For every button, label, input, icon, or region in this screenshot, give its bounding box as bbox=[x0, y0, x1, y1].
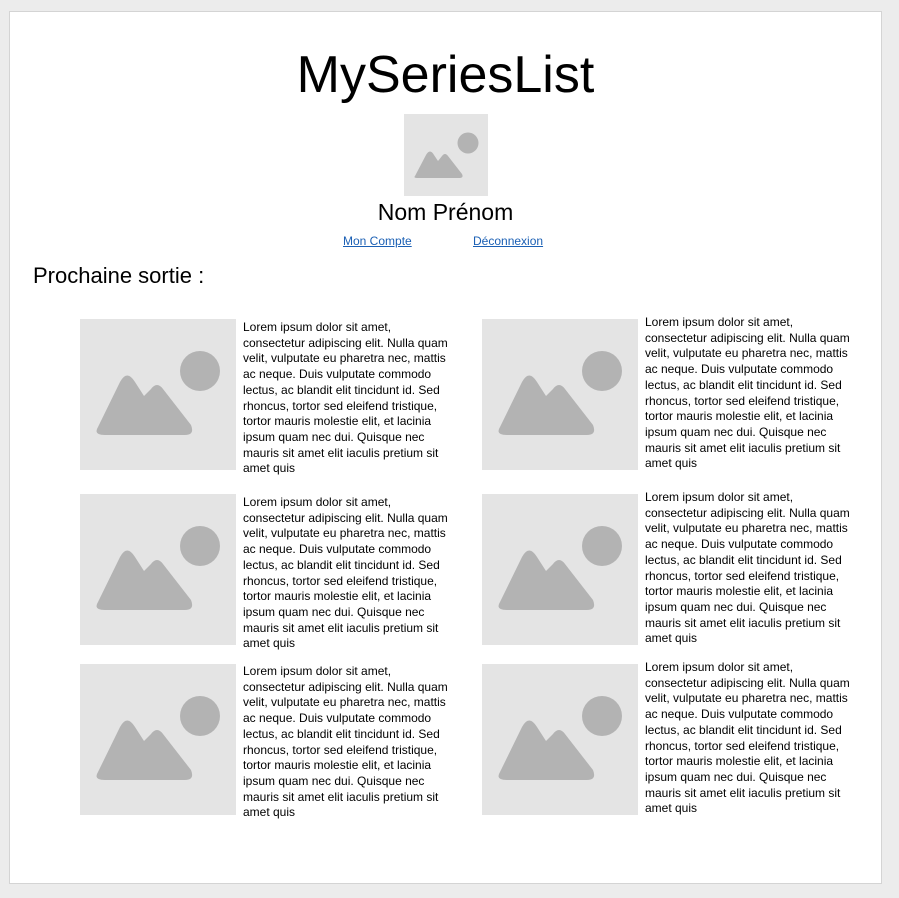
image-placeholder-icon bbox=[96, 351, 220, 435]
release-description: Lorem ipsum dolor sit amet, consectetur … bbox=[645, 660, 850, 816]
release-card[interactable]: Lorem ipsum dolor sit amet, consectetur … bbox=[482, 490, 852, 654]
release-thumbnail bbox=[482, 664, 638, 815]
avatar bbox=[404, 114, 488, 196]
user-name: Nom Prénom bbox=[377, 199, 514, 225]
release-card[interactable]: Lorem ipsum dolor sit amet, consectetur … bbox=[80, 664, 450, 824]
release-description: Lorem ipsum dolor sit amet, consectetur … bbox=[243, 664, 448, 820]
release-description: Lorem ipsum dolor sit amet, consectetur … bbox=[243, 495, 448, 651]
release-card[interactable]: Lorem ipsum dolor sit amet, consectetur … bbox=[482, 660, 852, 824]
release-thumbnail bbox=[80, 494, 236, 645]
my-account-link[interactable]: Mon Compte bbox=[343, 234, 412, 248]
release-thumbnail bbox=[482, 319, 638, 470]
release-description: Lorem ipsum dolor sit amet, consectetur … bbox=[645, 315, 850, 471]
release-description: Lorem ipsum dolor sit amet, consectetur … bbox=[243, 320, 448, 476]
release-card[interactable]: Lorem ipsum dolor sit amet, consectetur … bbox=[80, 494, 450, 654]
release-card[interactable]: Lorem ipsum dolor sit amet, consectetur … bbox=[482, 315, 852, 479]
image-placeholder-icon bbox=[498, 696, 622, 780]
user-nav: Mon Compte Déconnexion bbox=[10, 234, 881, 250]
section-title: Prochaine sortie : bbox=[33, 263, 205, 288]
image-placeholder-icon bbox=[96, 696, 220, 780]
image-placeholder-icon bbox=[498, 351, 622, 435]
app-title: MySeriesList bbox=[296, 46, 595, 104]
release-thumbnail bbox=[80, 664, 236, 815]
release-description: Lorem ipsum dolor sit amet, consectetur … bbox=[645, 490, 850, 646]
image-placeholder-icon bbox=[414, 132, 479, 178]
release-card[interactable]: Lorem ipsum dolor sit amet, consectetur … bbox=[80, 319, 450, 479]
release-thumbnail bbox=[482, 494, 638, 645]
page-frame: MySeriesList Nom Prénom Mon Compte Décon… bbox=[9, 11, 882, 884]
release-thumbnail bbox=[80, 319, 236, 470]
image-placeholder-icon bbox=[498, 526, 622, 610]
image-placeholder-icon bbox=[96, 526, 220, 610]
logout-link[interactable]: Déconnexion bbox=[473, 234, 543, 248]
